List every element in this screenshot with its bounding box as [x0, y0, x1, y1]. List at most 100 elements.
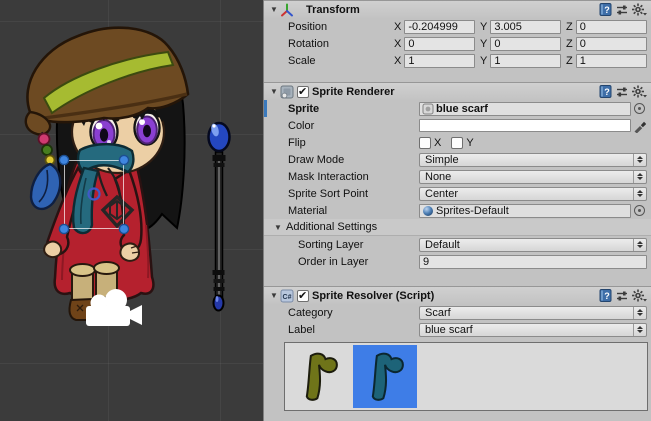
material-sphere-icon — [422, 205, 434, 217]
dropdown-arrows-icon — [633, 188, 646, 200]
order-in-layer-label: Order in Layer — [298, 256, 419, 268]
flip-x-label: X — [434, 137, 441, 149]
sorting-layer-value: Default — [425, 239, 460, 251]
foldout-triangle-icon[interactable]: ▼ — [268, 5, 280, 14]
position-x-field[interactable] — [404, 20, 475, 34]
sprite-resolver-header: ▼ C# Sprite Resolver (Script) ? — [264, 286, 651, 304]
scene-view[interactable] — [0, 0, 263, 421]
draw-mode-value: Simple — [425, 154, 459, 166]
dropdown-arrows-icon — [633, 239, 646, 251]
y-axis-label: Y — [480, 38, 487, 50]
additional-settings-label: Additional Settings — [286, 221, 377, 233]
rotation-label: Rotation — [288, 38, 394, 50]
mask-interaction-row: Mask Interaction None — [264, 168, 651, 185]
draw-mode-dropdown[interactable]: Simple — [419, 153, 647, 167]
object-picker-icon[interactable] — [634, 205, 645, 216]
foldout-triangle-icon[interactable]: ▼ — [268, 291, 280, 300]
sprite-label: Sprite — [288, 103, 419, 115]
character-sprite[interactable] — [26, 28, 188, 320]
x-axis-label: X — [394, 38, 401, 50]
component-enabled-checkbox[interactable] — [297, 86, 309, 98]
sprite-thumbnail-blue-scarf[interactable] — [353, 345, 417, 408]
sorting-layer-dropdown[interactable]: Default — [419, 238, 647, 252]
staff-sprite[interactable] — [209, 123, 230, 311]
foldout-triangle-icon: ▼ — [272, 223, 284, 232]
y-axis-label: Y — [480, 21, 487, 33]
object-picker-icon[interactable] — [634, 103, 645, 114]
draw-mode-label: Draw Mode — [288, 154, 419, 166]
label-value: blue scarf — [425, 324, 473, 336]
position-z-field[interactable] — [576, 20, 647, 34]
z-axis-label: Z — [566, 38, 573, 50]
scale-z-field[interactable] — [576, 54, 647, 68]
x-axis-label: X — [394, 55, 401, 67]
additional-settings-foldout[interactable]: ▼ Additional Settings — [264, 219, 651, 236]
color-row: Color — [264, 117, 651, 134]
gear-icon[interactable] — [632, 289, 647, 302]
dropdown-arrows-icon — [633, 154, 646, 166]
sprite-sort-point-value: Center — [425, 188, 458, 200]
color-swatch[interactable] — [419, 119, 631, 132]
inspector-panel: ▼ Transform ? — [263, 0, 651, 421]
eyedropper-icon[interactable] — [633, 119, 646, 133]
flip-y-label: Y — [466, 137, 473, 149]
label-label: Label — [288, 324, 419, 336]
gear-icon[interactable] — [632, 3, 647, 16]
x-axis-label: X — [394, 21, 401, 33]
draw-mode-row: Draw Mode Simple — [264, 151, 651, 168]
help-icon[interactable]: ? — [599, 289, 612, 302]
sprite-thumbnail-green-scarf[interactable] — [287, 345, 351, 408]
svg-text:?: ? — [604, 5, 610, 15]
material-object-name: Sprites-Default — [436, 205, 509, 217]
z-axis-label: Z — [566, 55, 573, 67]
foldout-triangle-icon[interactable]: ▼ — [268, 87, 280, 96]
rotation-x-field[interactable] — [404, 37, 475, 51]
csharp-script-icon: C# — [280, 289, 294, 303]
material-label: Material — [288, 205, 419, 217]
sprite-object-field[interactable]: blue scarf — [419, 102, 631, 116]
scale-label: Scale — [288, 55, 394, 67]
sprite-row: Sprite blue scarf — [264, 100, 651, 117]
component-title: Sprite Renderer — [312, 86, 395, 98]
mask-interaction-value: None — [425, 171, 451, 183]
category-value: Scarf — [425, 307, 451, 319]
label-row: Label blue scarf — [264, 321, 651, 338]
dropdown-arrows-icon — [633, 171, 646, 183]
rotation-y-field[interactable] — [490, 37, 561, 51]
gear-icon[interactable] — [632, 85, 647, 98]
position-row: Position X Y Z — [264, 18, 651, 35]
transform-header: ▼ Transform ? — [264, 0, 651, 18]
flip-label: Flip — [288, 137, 419, 149]
flip-y-checkbox[interactable] — [451, 137, 463, 149]
presets-icon[interactable] — [616, 86, 628, 98]
label-dropdown[interactable]: blue scarf — [419, 323, 647, 337]
order-in-layer-field[interactable] — [419, 255, 647, 269]
category-row: Category Scarf — [264, 304, 651, 321]
y-axis-label: Y — [480, 55, 487, 67]
hat-charm — [31, 132, 60, 209]
svg-text:C#: C# — [283, 294, 292, 301]
presets-icon[interactable] — [616, 290, 628, 302]
position-y-field[interactable] — [490, 20, 561, 34]
presets-icon[interactable] — [616, 4, 628, 16]
scale-y-field[interactable] — [490, 54, 561, 68]
order-in-layer-row: Order in Layer — [264, 253, 651, 270]
sprite-variant-selector — [284, 342, 648, 411]
sprite-sort-point-dropdown[interactable]: Center — [419, 187, 647, 201]
category-dropdown[interactable]: Scarf — [419, 306, 647, 320]
help-icon[interactable]: ? — [599, 85, 612, 98]
sprite-sort-point-row: Sprite Sort Point Center — [264, 185, 651, 202]
material-row: Material Sprites-Default — [264, 202, 651, 219]
transform-tool-icon — [280, 3, 294, 17]
dropdown-arrows-icon — [633, 324, 646, 336]
scale-x-field[interactable] — [404, 54, 475, 68]
mask-interaction-label: Mask Interaction — [288, 171, 419, 183]
material-object-field[interactable]: Sprites-Default — [419, 204, 631, 218]
component-title: Sprite Resolver (Script) — [312, 290, 434, 302]
help-icon[interactable]: ? — [599, 3, 612, 16]
mask-interaction-dropdown[interactable]: None — [419, 170, 647, 184]
prefab-override-indicator — [264, 100, 267, 117]
component-enabled-checkbox[interactable] — [297, 290, 309, 302]
flip-x-checkbox[interactable] — [419, 137, 431, 149]
rotation-z-field[interactable] — [576, 37, 647, 51]
